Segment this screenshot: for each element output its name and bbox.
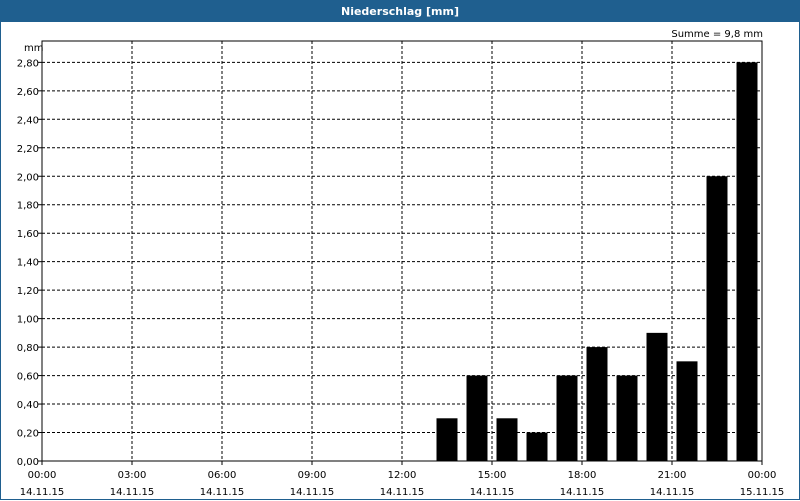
precipitation-bar — [736, 62, 758, 462]
x-tick-date-label: 14.11.15 — [470, 487, 515, 498]
x-tick-date-label: 14.11.15 — [20, 487, 65, 498]
x-tick-time-label: 00:00 — [748, 470, 777, 481]
x-tick-date-label: 15.11.15 — [740, 487, 785, 498]
y-tick-label: 0,40 — [17, 400, 39, 411]
x-tick-time-label: 06:00 — [208, 470, 237, 481]
precipitation-bar — [616, 375, 638, 461]
precipitation-bar — [466, 375, 488, 461]
x-tick-date-label: 14.11.15 — [290, 487, 335, 498]
y-tick-label: 0,20 — [17, 429, 39, 440]
x-tick-time-label: 09:00 — [298, 470, 327, 481]
x-tick-time-label: 18:00 — [568, 470, 597, 481]
y-tick-label: 2,80 — [17, 58, 39, 69]
y-tick-label: 1,20 — [17, 286, 39, 297]
precipitation-chart: 0,00 0,20 0,40 0,60 0,80 1,00 1,20 1,40 1,60 1,80… — [17, 29, 785, 498]
precipitation-bar — [556, 375, 578, 461]
x-tick-date-label: 14.11.15 — [200, 487, 245, 498]
precipitation-bar — [526, 432, 548, 461]
y-tick-label: 2,60 — [17, 87, 39, 98]
y-tick-label: 1,00 — [17, 315, 39, 326]
y-tick-label: 2,20 — [17, 144, 39, 155]
y-tick-label: 2,40 — [17, 115, 39, 126]
y-tick-label: 0,60 — [17, 372, 39, 383]
precipitation-bar — [646, 332, 668, 461]
y-tick-label: 0,80 — [17, 343, 39, 354]
y-tick-label: 0,00 — [17, 457, 39, 468]
chart-window: Niederschlag [mm] 0,00 0,20 0,40 0,60 0,80 1,… — [0, 0, 800, 500]
summary-annotation: Summe = 9,8 mm — [671, 29, 763, 40]
y-tick-label: 2,00 — [17, 172, 39, 183]
x-tick-time-label: 00:00 — [28, 470, 57, 481]
y-tick-label: 1,40 — [17, 258, 39, 269]
x-tick-time-label: 12:00 — [388, 470, 417, 481]
precipitation-bar — [676, 361, 698, 461]
x-tick-time-label: 21:00 — [658, 470, 687, 481]
x-tick-date-label: 14.11.15 — [560, 487, 605, 498]
x-tick-time-label: 15:00 — [478, 470, 507, 481]
y-tick-label: 1,80 — [17, 201, 39, 212]
y-tick-label: 1,60 — [17, 229, 39, 240]
precipitation-bar — [496, 418, 518, 461]
y-axis-label: mm — [24, 43, 43, 54]
x-tick-time-label: 03:00 — [118, 470, 147, 481]
x-tick-date-label: 14.11.15 — [380, 487, 425, 498]
x-tick-date-label: 14.11.15 — [650, 487, 695, 498]
precipitation-bar — [586, 347, 608, 461]
precipitation-bar — [436, 418, 458, 461]
x-tick-date-label: 14.11.15 — [110, 487, 155, 498]
precipitation-bar — [706, 176, 728, 461]
